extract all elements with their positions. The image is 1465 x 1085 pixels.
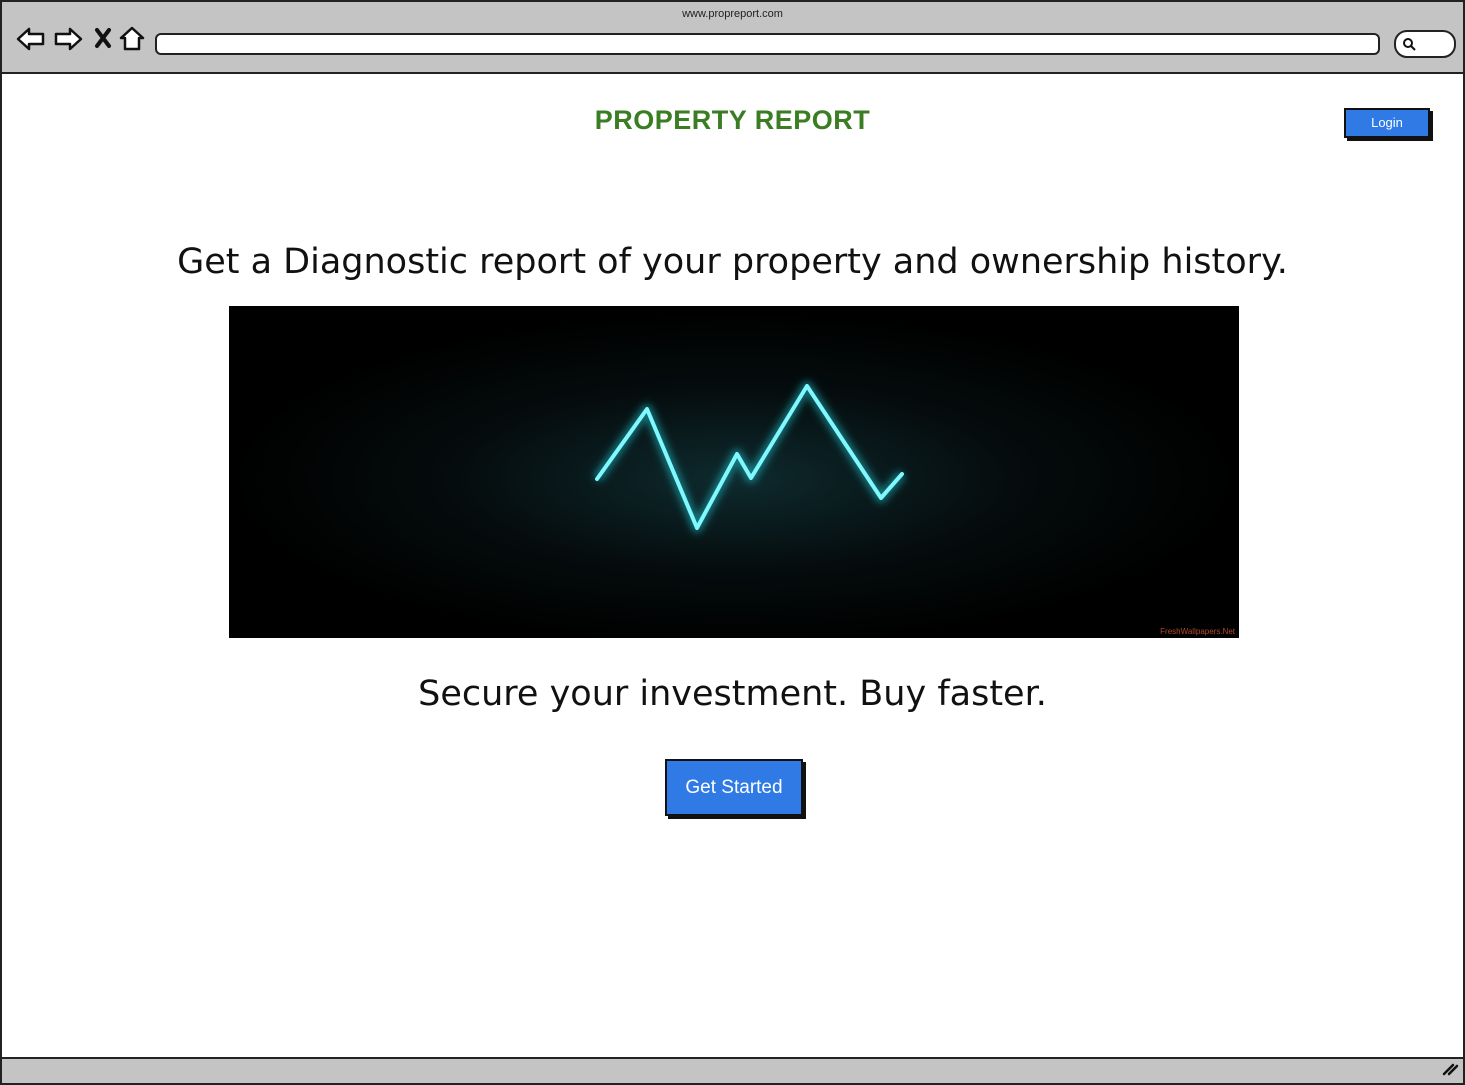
site-brand-title: PROPERTY REPORT <box>594 105 871 135</box>
browser-status-bar <box>2 1057 1463 1083</box>
close-icon[interactable] <box>90 24 120 54</box>
heartbeat-pulse-graphic <box>229 306 1239 638</box>
hero-watermark: FreshWallpapers.Net <box>1160 627 1235 636</box>
hero-image: FreshWallpapers.Net <box>229 306 1239 638</box>
browser-toolbar: www.propreport.com <box>2 2 1463 74</box>
address-bar[interactable] <box>155 33 1380 55</box>
hero-headline: Get a Diagnostic report of your property… <box>177 242 1288 282</box>
login-button[interactable]: Login <box>1344 108 1430 138</box>
back-arrow-icon[interactable] <box>16 24 46 54</box>
window-url-title: www.propreport.com <box>682 8 783 20</box>
browser-search-box[interactable] <box>1394 30 1456 58</box>
browser-window: www.propreport.com PROPERTY REPORT Login… <box>0 0 1465 1085</box>
forward-arrow-icon[interactable] <box>53 24 83 54</box>
get-started-button[interactable]: Get Started <box>665 759 803 816</box>
home-icon[interactable] <box>117 24 147 54</box>
resize-grip-icon[interactable] <box>1441 1060 1459 1080</box>
tagline: Secure your investment. Buy faster. <box>418 674 1047 714</box>
